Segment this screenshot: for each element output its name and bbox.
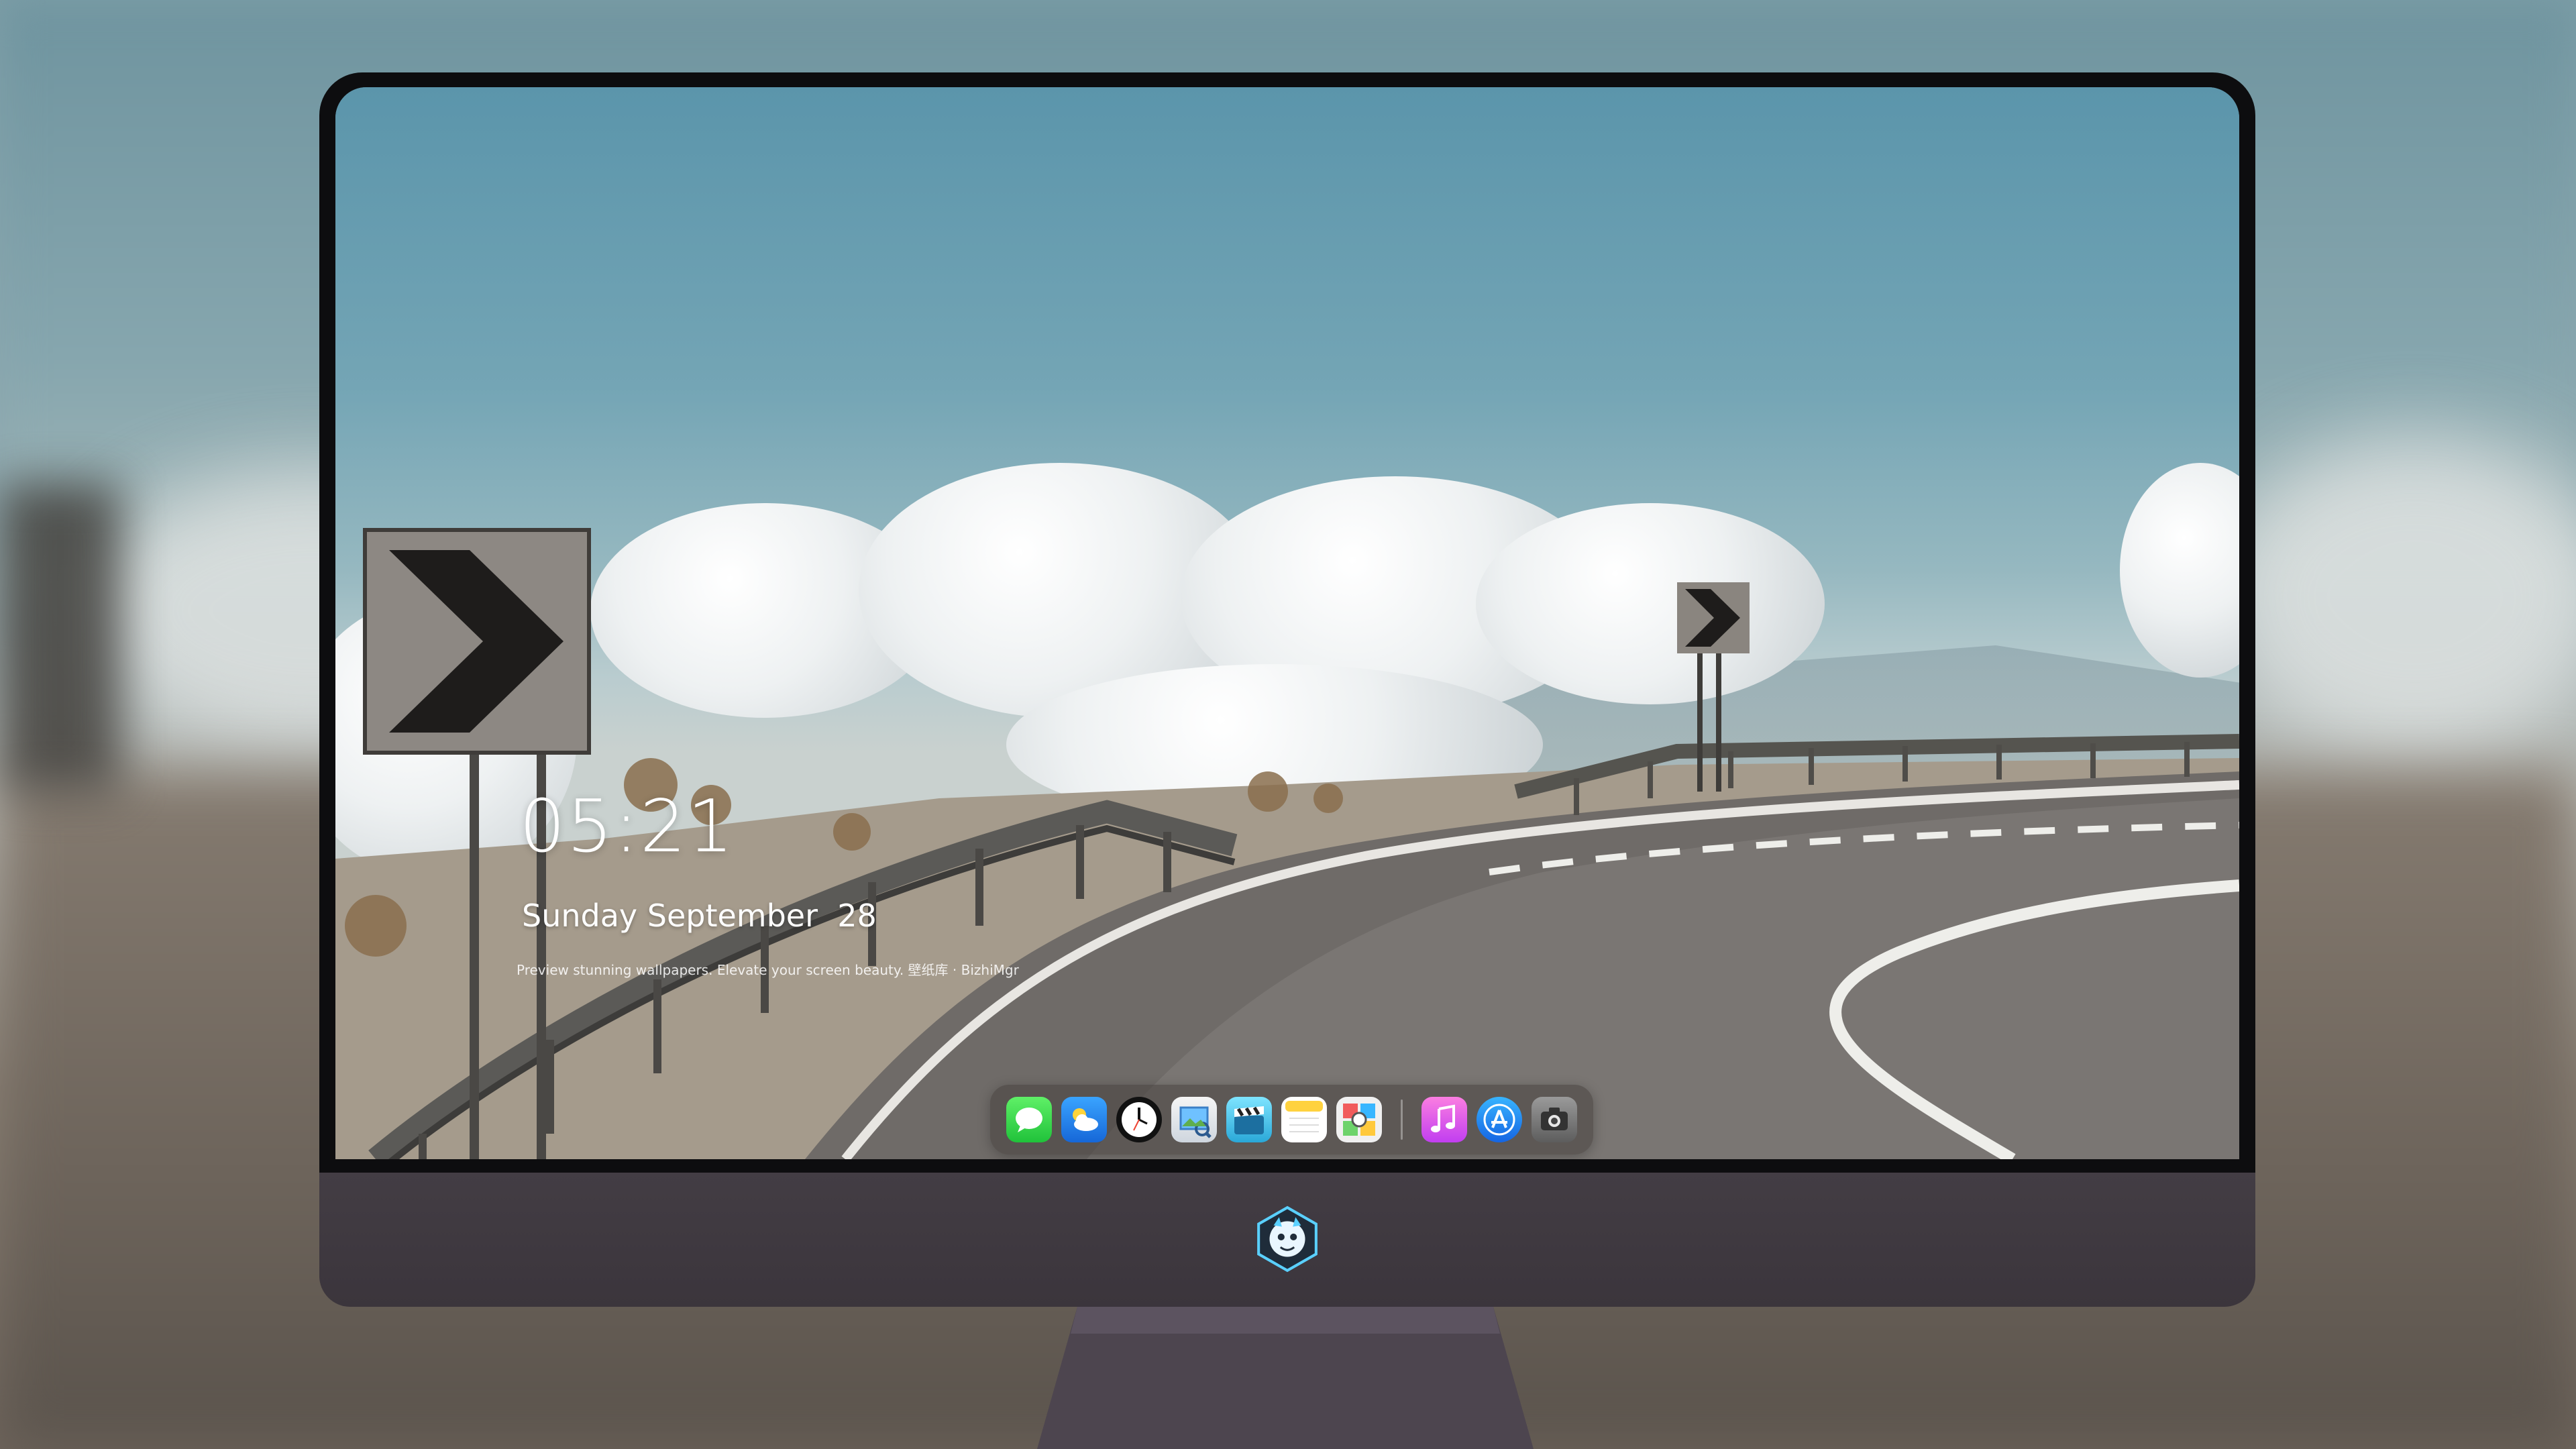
lockscreen-date: Sunday September 28 (522, 898, 877, 934)
lockscreen-tagline: Preview stunning wallpapers. Elevate you… (517, 962, 1019, 978)
monitor-stand (1037, 1307, 1534, 1449)
dock-app-notes[interactable] (1281, 1097, 1327, 1142)
dock (990, 1085, 1593, 1155)
clock-icon (1122, 1102, 1157, 1137)
dock-app-weather[interactable] (1061, 1097, 1107, 1142)
weather-icon (1073, 1108, 1098, 1131)
dock-app-preview[interactable] (1171, 1097, 1217, 1142)
clips-icon (1234, 1106, 1264, 1134)
chevron-sign-right (1677, 582, 1750, 792)
dock-app-photo-booth[interactable] (1336, 1097, 1382, 1142)
screen-bezel: 05:21 Sunday September 28 Preview stunni… (319, 72, 2255, 1173)
dock-app-clips[interactable] (1226, 1097, 1272, 1142)
brand-logo-icon (1257, 1205, 1318, 1273)
dock-app-app-store[interactable] (1477, 1097, 1522, 1142)
music-icon (1431, 1104, 1455, 1132)
preview-icon (1179, 1106, 1212, 1138)
messages-icon (1016, 1108, 1042, 1132)
dock-app-camera[interactable] (1532, 1097, 1577, 1142)
dock-separator (1401, 1099, 1403, 1140)
photo-booth-icon (1343, 1104, 1375, 1136)
dock-app-music[interactable] (1421, 1097, 1467, 1142)
notes-icon (1285, 1101, 1323, 1132)
dock-app-clock[interactable] (1116, 1097, 1162, 1142)
wallpaper-landscape (335, 528, 2239, 1159)
imac-monitor: 05:21 Sunday September 28 Preview stunni… (319, 72, 2255, 1307)
backdrop-sign (0, 483, 121, 792)
desktop-screen: 05:21 Sunday September 28 Preview stunni… (335, 87, 2239, 1159)
dock-app-messages[interactable] (1006, 1097, 1052, 1142)
camera-icon (1541, 1108, 1568, 1130)
app-store-icon (1483, 1104, 1515, 1136)
lockscreen-clock: 05:21 (519, 785, 735, 869)
